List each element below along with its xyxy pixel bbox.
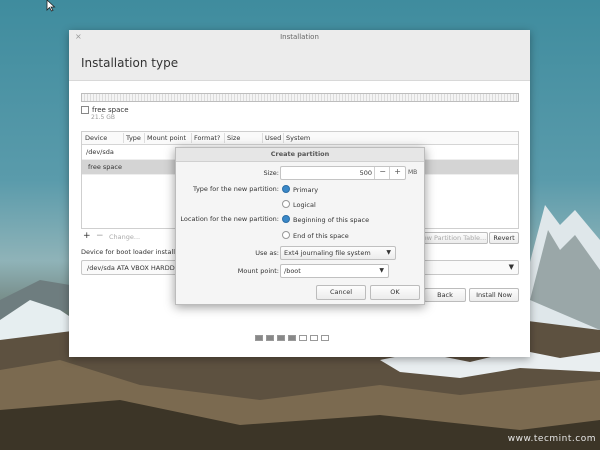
- chevron-down-icon: ▼: [386, 249, 391, 256]
- radio-beginning[interactable]: Beginning of this space: [282, 215, 369, 224]
- progress-dot: [266, 335, 274, 341]
- radio-checked-icon: [282, 185, 290, 193]
- dialog-title: Create partition: [176, 148, 424, 162]
- remove-partition-button[interactable]: −: [96, 231, 104, 241]
- progress-dot: [321, 335, 329, 341]
- table-header: Device Type Mount point Format? Size Use…: [82, 132, 518, 145]
- add-partition-button[interactable]: +: [83, 231, 91, 241]
- col-device[interactable]: Device: [85, 134, 107, 142]
- size-label: Size:: [263, 169, 279, 177]
- change-partition-button[interactable]: Change...: [109, 233, 140, 241]
- progress-dot: [288, 335, 296, 341]
- radio-checked-icon: [282, 215, 290, 223]
- progress-dot: [277, 335, 285, 341]
- col-type[interactable]: Type: [126, 134, 141, 142]
- progress-dot: [299, 335, 307, 341]
- chevron-down-icon: ▼: [508, 263, 514, 271]
- free-space-swatch: [81, 106, 89, 114]
- col-system[interactable]: System: [286, 134, 310, 142]
- col-used[interactable]: Used: [265, 134, 281, 142]
- col-format[interactable]: Format?: [194, 134, 220, 142]
- window-titlebar: × Installation: [69, 30, 530, 44]
- new-partition-table-button[interactable]: New Partition Table...: [416, 232, 488, 244]
- create-partition-dialog: Create partition Size: 500 − + MB Type f…: [175, 147, 425, 305]
- ok-button[interactable]: OK: [370, 285, 420, 300]
- size-spinbox[interactable]: 500 − +: [280, 166, 406, 180]
- location-label: Location for the new partition:: [180, 215, 279, 223]
- progress-dots: [255, 335, 332, 343]
- back-button[interactable]: Back: [424, 288, 466, 302]
- col-size[interactable]: Size: [227, 134, 240, 142]
- page-title: Installation type: [81, 56, 179, 70]
- mount-point-value: /boot: [284, 267, 301, 275]
- window-title: Installation: [280, 33, 319, 41]
- mount-point-combo[interactable]: /boot ▼: [280, 264, 389, 278]
- use-as-value: Ext4 journaling file system: [284, 249, 371, 257]
- progress-dot: [255, 335, 263, 341]
- close-icon[interactable]: ×: [75, 30, 82, 44]
- type-label: Type for the new partition:: [192, 185, 279, 193]
- page-header: Installation type: [69, 44, 530, 81]
- radio-primary[interactable]: Primary: [282, 185, 318, 194]
- radio-end[interactable]: End of this space: [282, 231, 349, 240]
- mouse-cursor-icon: [46, 0, 56, 12]
- progress-dot: [310, 335, 318, 341]
- install-now-button[interactable]: Install Now: [469, 288, 519, 302]
- size-value: 500: [359, 169, 372, 177]
- cancel-button[interactable]: Cancel: [316, 285, 366, 300]
- revert-button[interactable]: Revert: [489, 232, 519, 244]
- chevron-down-icon[interactable]: ▼: [379, 267, 384, 274]
- decrement-icon[interactable]: −: [379, 167, 386, 176]
- size-unit: MB: [408, 169, 418, 176]
- disk-legend: free space 21.5 GB: [81, 106, 129, 121]
- disk-usage-bar: [81, 93, 519, 102]
- free-space-label: free space: [92, 106, 129, 114]
- watermark: www.tecmint.com: [507, 434, 596, 444]
- increment-icon[interactable]: +: [394, 167, 401, 176]
- use-as-select[interactable]: Ext4 journaling file system ▼: [280, 246, 396, 260]
- radio-unchecked-icon: [282, 231, 290, 239]
- free-space-size: 21.5 GB: [91, 114, 116, 121]
- radio-unchecked-icon: [282, 200, 290, 208]
- col-mount-point[interactable]: Mount point: [147, 134, 186, 142]
- use-as-label: Use as:: [255, 249, 279, 257]
- radio-logical[interactable]: Logical: [282, 200, 316, 209]
- mount-point-label: Mount point:: [237, 267, 279, 275]
